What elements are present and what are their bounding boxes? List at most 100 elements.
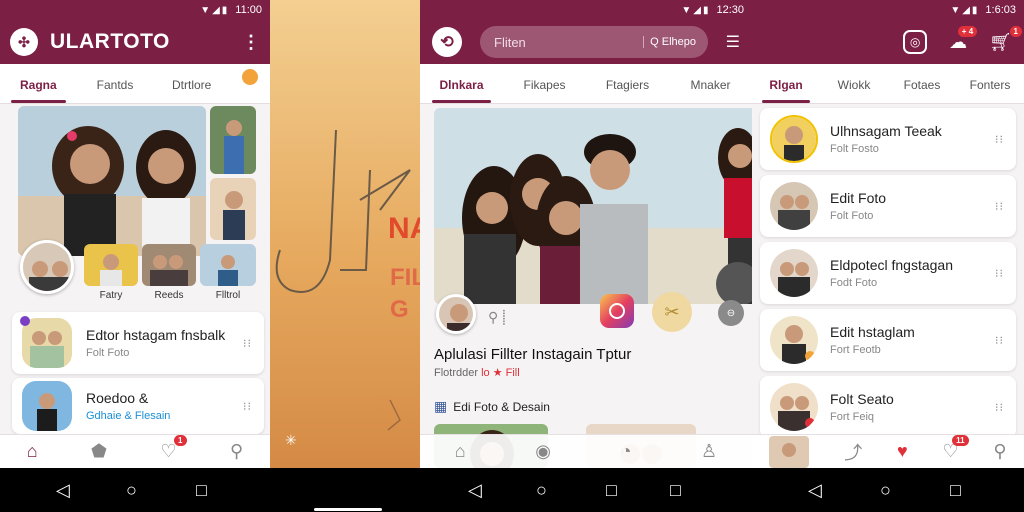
recents-button[interactable]: □ — [196, 480, 207, 501]
page-heading: Aplulasi Fillter Instagain Tptur — [434, 346, 632, 363]
back-button[interactable]: ◁ — [56, 480, 70, 501]
bottom-nav: ⌂ ◉ ◔ ♙ — [420, 434, 752, 468]
list-item-4-subtitle: Fort Feotb — [830, 344, 881, 356]
camera-icon[interactable]: ◎ — [903, 30, 928, 54]
app-logo-icon: ✣ — [10, 28, 38, 56]
drag-handle-icon[interactable]: ⁝⁝ — [995, 200, 1004, 213]
list-item-1[interactable]: Ulhnsagam Teeak Folt Fosto ⁝⁝ — [760, 108, 1016, 170]
thumb-fatry[interactable] — [84, 244, 138, 286]
list-item-2[interactable]: Edit Foto Folt Foto ⁝⁝ — [760, 175, 1016, 237]
drag-handle-icon[interactable]: ⁝⁝ — [243, 337, 252, 350]
list-item-4-thumb — [770, 316, 818, 364]
featured-photo[interactable] — [18, 106, 206, 256]
list-item-3[interactable]: Eldpotecl fngstagan Fodt Foto ⁝⁝ — [760, 242, 1016, 304]
recents-button[interactable]: □ — [606, 480, 617, 501]
search-small-icon[interactable]: ⚲ ⸽ — [488, 308, 506, 327]
search-icon[interactable]: ⚲ — [993, 441, 1006, 462]
section-row[interactable]: ▦ Edi Foto & Desain — [434, 398, 550, 415]
drag-handle-icon[interactable]: ⁝⁝ — [995, 267, 1004, 280]
more-icon[interactable]: ⊖ — [718, 300, 744, 326]
list-item-4-text: Edit hstaglam Fort Feotb — [830, 324, 915, 356]
tab-wiokk[interactable]: Wiokk — [820, 78, 888, 103]
list-item-5-thumb — [770, 383, 818, 431]
list-item-2-subtitle: Gdhaie & Flesain — [86, 410, 171, 422]
home-icon[interactable]: ⌂ — [27, 441, 38, 462]
share-icon[interactable]: ⤴ — [844, 439, 862, 465]
hero-photo[interactable] — [434, 108, 752, 304]
person-icon[interactable]: ♙ — [701, 441, 717, 462]
search-input[interactable]: Fliten — [494, 35, 526, 50]
tab-fantds[interactable]: Fantds — [77, 78, 154, 103]
home-icon[interactable]: ⌂ — [455, 441, 466, 462]
drag-handle-icon[interactable]: ⁝⁝ — [243, 400, 252, 413]
scissors-icon[interactable]: ✂ — [652, 292, 692, 332]
tag-icon[interactable]: ⬟ — [91, 441, 107, 462]
profile-tab-icon[interactable]: ◔ — [621, 441, 632, 462]
search-hint[interactable]: Q Elhepo — [643, 36, 696, 48]
screen-list: ▼◢▮ 1:6:03 ◎ ☁ + 4 🛒︎ 1 Rlgan Wiokk Fotaes… — [752, 0, 1024, 468]
thumb-reeds[interactable] — [142, 244, 196, 286]
search-icon[interactable]: ⚲ — [230, 441, 243, 462]
bookmark-icon[interactable]: ♡ 11 — [942, 435, 969, 462]
cloud-icon[interactable]: ☁ + 4 — [949, 25, 978, 53]
creator-avatar[interactable] — [436, 294, 476, 334]
chat-bubble-icon[interactable] — [230, 63, 270, 103]
home-button[interactable]: ○ — [880, 480, 891, 501]
home-button[interactable]: ○ — [536, 480, 547, 501]
tab-rlgan[interactable]: Rlgan — [752, 78, 820, 103]
notification-badge: 1 — [174, 435, 187, 446]
tab-ftagiers[interactable]: Ftagiers — [586, 78, 669, 103]
side-photo-1[interactable] — [210, 106, 256, 174]
drag-handle-icon[interactable]: ⁝⁝ — [995, 334, 1004, 347]
tab-fikapes[interactable]: Fikapes — [503, 78, 586, 103]
back-button[interactable]: ◁ — [468, 480, 482, 501]
signal-wifi-battery-icon: ▼◢▮ — [681, 4, 711, 16]
overflow-menu-icon[interactable]: ⋮ — [242, 32, 260, 53]
tab-fonters[interactable]: Fonters — [956, 78, 1024, 103]
back-button[interactable]: ◁ — [808, 480, 822, 501]
thumb-flltrol[interactable] — [200, 244, 256, 286]
nav-thumb[interactable] — [769, 435, 810, 468]
profile-avatar[interactable] — [20, 240, 74, 294]
tab-fotaes[interactable]: Fotaes — [888, 78, 956, 103]
tab-mnaker[interactable]: Mnaker — [669, 78, 752, 103]
recents-button[interactable]: □ — [950, 480, 961, 501]
status-bar: ▼◢▮ 11:00 — [0, 0, 270, 20]
list-item-1-title: Ulhnsagam Teeak — [830, 123, 942, 139]
tab-dlnkara[interactable]: Dlnkara — [420, 78, 503, 103]
side-photo-2[interactable] — [210, 178, 256, 240]
list-item-1-text: Edtor hstagam fnsbalk Folt Foto — [86, 327, 225, 359]
list-item-3-text: Eldpotecl fngstagan Fodt Foto — [830, 257, 953, 289]
list-item-2-subtitle: Folt Foto — [830, 210, 874, 222]
list-item-2[interactable]: Roedoo & Gdhaie & Flesain ⁝⁝ — [12, 378, 264, 434]
tab-bar: Dlnkara Fikapes Ftagiers Mnaker — [420, 64, 752, 104]
drag-handle-icon[interactable]: ⁝⁝ — [995, 133, 1004, 146]
menu-icon[interactable]: ☰ — [726, 32, 740, 52]
system-nav-bar: ◁ ○ □ ◁ ○ □ □ ◁ ○ □ — [0, 468, 1024, 512]
search-bar[interactable]: Fliten Q Elhepo — [480, 26, 708, 58]
subline-link[interactable]: lo ★ Fill — [481, 367, 520, 379]
gesture-pill[interactable] — [314, 508, 382, 511]
list-item-4-thumb-image — [770, 316, 818, 364]
cart-icon[interactable]: 🛒︎ 1 — [989, 25, 1022, 53]
record-icon[interactable]: ◉ — [535, 441, 551, 462]
list-item-5[interactable]: Folt Seato Fort Feiq ⁝⁝ — [760, 376, 1016, 438]
list-item-1-thumb — [22, 318, 72, 368]
heart-icon[interactable]: ♡ 1 — [160, 435, 187, 462]
splash-panel: ✳ NA FIL G — [270, 0, 420, 468]
profile-avatar-image — [23, 243, 71, 291]
home-button[interactable]: ○ — [126, 480, 137, 501]
tab-dtrtlore[interactable]: Dtrtlore — [153, 78, 230, 103]
tab-ragna[interactable]: Ragna — [0, 78, 77, 103]
instagram-icon[interactable] — [600, 294, 634, 328]
status-bar: ▼◢▮ 1:6:03 — [752, 0, 1024, 20]
notification-badge: 1 — [1009, 25, 1022, 37]
screen-filter: ▼◢▮ 12:30 ⟲ Fliten Q Elhepo ☰ Dlnkara Fi… — [420, 0, 752, 468]
recents-button[interactable]: □ — [670, 480, 681, 501]
list-item-5-subtitle: Fort Feiq — [830, 411, 875, 423]
list-item-1-thumb-image — [22, 318, 72, 368]
heart-filled-icon[interactable]: ♥ — [897, 441, 908, 462]
list-item-1[interactable]: Edtor hstagam fnsbalk Folt Foto ⁝⁝ — [12, 312, 264, 374]
drag-handle-icon[interactable]: ⁝⁝ — [995, 401, 1004, 414]
list-item-4[interactable]: Edit hstaglam Fort Feotb ⁝⁝ — [760, 309, 1016, 371]
